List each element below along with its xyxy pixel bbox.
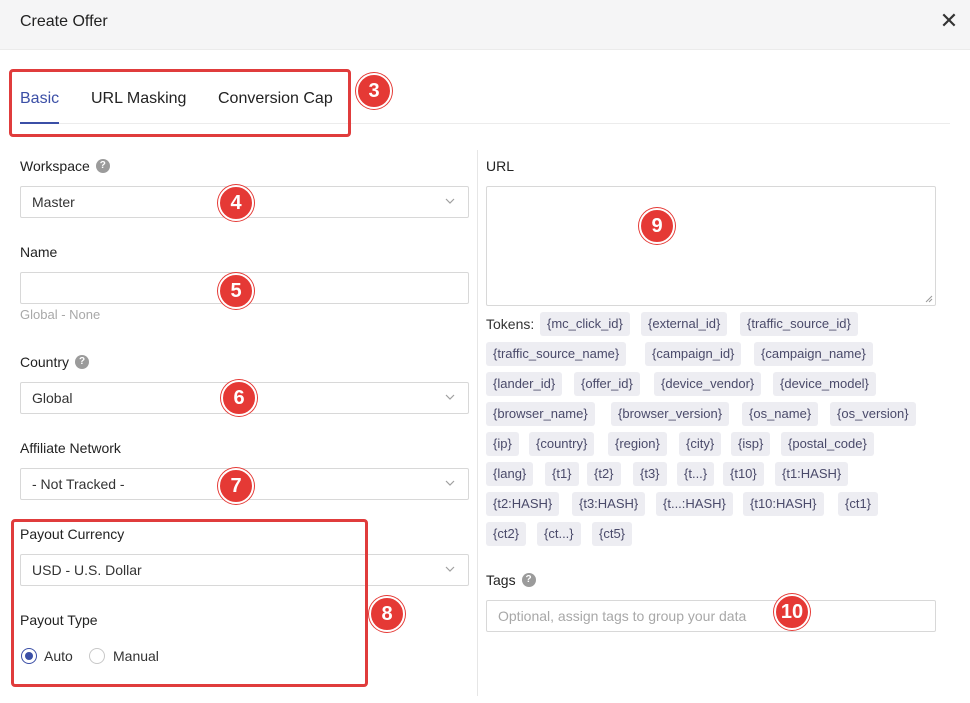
token-chip[interactable]: {browser_version}	[611, 402, 730, 426]
country-label: Country ?	[20, 354, 90, 370]
tags-label: Tags ?	[486, 572, 536, 588]
token-chip[interactable]: {t1}	[545, 462, 579, 486]
token-chip[interactable]: {t3}	[633, 462, 667, 486]
annotation-badge-9: 9	[639, 208, 675, 244]
annotation-badge-5: 5	[218, 273, 254, 309]
token-chip[interactable]: {lander_id}	[486, 372, 563, 396]
token-chip[interactable]: {mc_click_id}	[540, 312, 630, 336]
token-chip[interactable]: {t10:HASH}	[743, 492, 824, 516]
token-chip[interactable]: {browser_name}	[486, 402, 595, 426]
token-chip[interactable]: {traffic_source_id}	[740, 312, 858, 336]
country-label-text: Country	[20, 354, 70, 370]
token-chip[interactable]: {campaign_name}	[754, 342, 873, 366]
country-value: Global	[32, 390, 73, 406]
resize-handle-icon[interactable]	[925, 295, 933, 303]
annotation-badge-6: 6	[221, 380, 257, 416]
annotation-badge-8: 8	[369, 596, 405, 632]
workspace-value: Master	[32, 194, 75, 210]
token-chip[interactable]: {device_vendor}	[654, 372, 762, 396]
affiliate-network-label-text: Affiliate Network	[20, 440, 121, 456]
url-textarea[interactable]	[486, 186, 936, 306]
annotation-box-tabs	[9, 69, 351, 137]
token-chip[interactable]: {offer_id}	[574, 372, 640, 396]
name-label-text: Name	[20, 244, 58, 260]
token-chip[interactable]: {device_model}	[773, 372, 876, 396]
token-chip[interactable]: {t3:HASH}	[572, 492, 646, 516]
chevron-down-icon	[445, 480, 455, 486]
token-chip[interactable]: {t2}	[587, 462, 621, 486]
token-chip[interactable]: {external_id}	[641, 312, 728, 336]
token-chip[interactable]: {t2:HASH}	[486, 492, 560, 516]
tags-placeholder: Optional, assign tags to group your data	[498, 608, 747, 624]
token-chip[interactable]: {ct2}	[486, 522, 527, 546]
column-divider	[477, 150, 478, 696]
workspace-label-text: Workspace	[20, 158, 90, 174]
name-hint: Global - None	[20, 307, 101, 322]
token-chip[interactable]: {country}	[529, 432, 595, 456]
url-label: URL	[486, 158, 514, 174]
name-label: Name	[20, 244, 57, 260]
token-chip[interactable]: {ct5}	[592, 522, 633, 546]
dialog-header: Create Offer ✕	[0, 0, 970, 50]
annotation-box-payout	[11, 519, 368, 687]
dialog-title: Create Offer	[20, 13, 108, 30]
workspace-label: Workspace ?	[20, 158, 110, 174]
close-icon[interactable]: ✕	[938, 10, 960, 32]
affiliate-network-label: Affiliate Network	[20, 440, 121, 456]
chevron-down-icon	[445, 394, 455, 400]
token-chip[interactable]: {t...}	[677, 462, 715, 486]
token-chip[interactable]: {os_name}	[742, 402, 819, 426]
token-chip[interactable]: {lang}	[486, 462, 534, 486]
token-chip[interactable]: {campaign_id}	[645, 342, 742, 366]
url-label-text: URL	[486, 158, 515, 174]
token-chip[interactable]: {region}	[608, 432, 667, 456]
affiliate-network-value: - Not Tracked -	[32, 476, 125, 492]
help-icon[interactable]: ?	[75, 355, 90, 369]
tags-label-text: Tags	[486, 572, 516, 588]
chevron-down-icon	[445, 198, 455, 204]
token-chip[interactable]: {os_version}	[830, 402, 916, 426]
token-chip[interactable]: {t1:HASH}	[775, 462, 849, 486]
annotation-badge-4: 4	[218, 185, 254, 221]
token-chip[interactable]: {t10}	[723, 462, 764, 486]
token-chip[interactable]: {ct...}	[537, 522, 581, 546]
annotation-badge-7: 7	[218, 468, 254, 504]
chevron-down-icon	[445, 566, 455, 572]
help-icon[interactable]: ?	[95, 159, 110, 173]
annotation-badge-10: 10	[774, 594, 810, 630]
help-icon[interactable]: ?	[521, 573, 536, 587]
token-chip[interactable]: {traffic_source_name}	[486, 342, 627, 366]
token-chip[interactable]: {t...:HASH}	[656, 492, 733, 516]
annotation-badge-3: 3	[356, 73, 392, 109]
token-chip[interactable]: {ct1}	[838, 492, 879, 516]
token-chip[interactable]: {ip}	[486, 432, 519, 456]
tokens-label: Tokens:	[486, 316, 535, 332]
token-chip[interactable]: {postal_code}	[781, 432, 874, 456]
tags-input[interactable]: Optional, assign tags to group your data	[486, 600, 936, 632]
token-chip[interactable]: {isp}	[731, 432, 771, 456]
token-chip[interactable]: {city}	[679, 432, 722, 456]
